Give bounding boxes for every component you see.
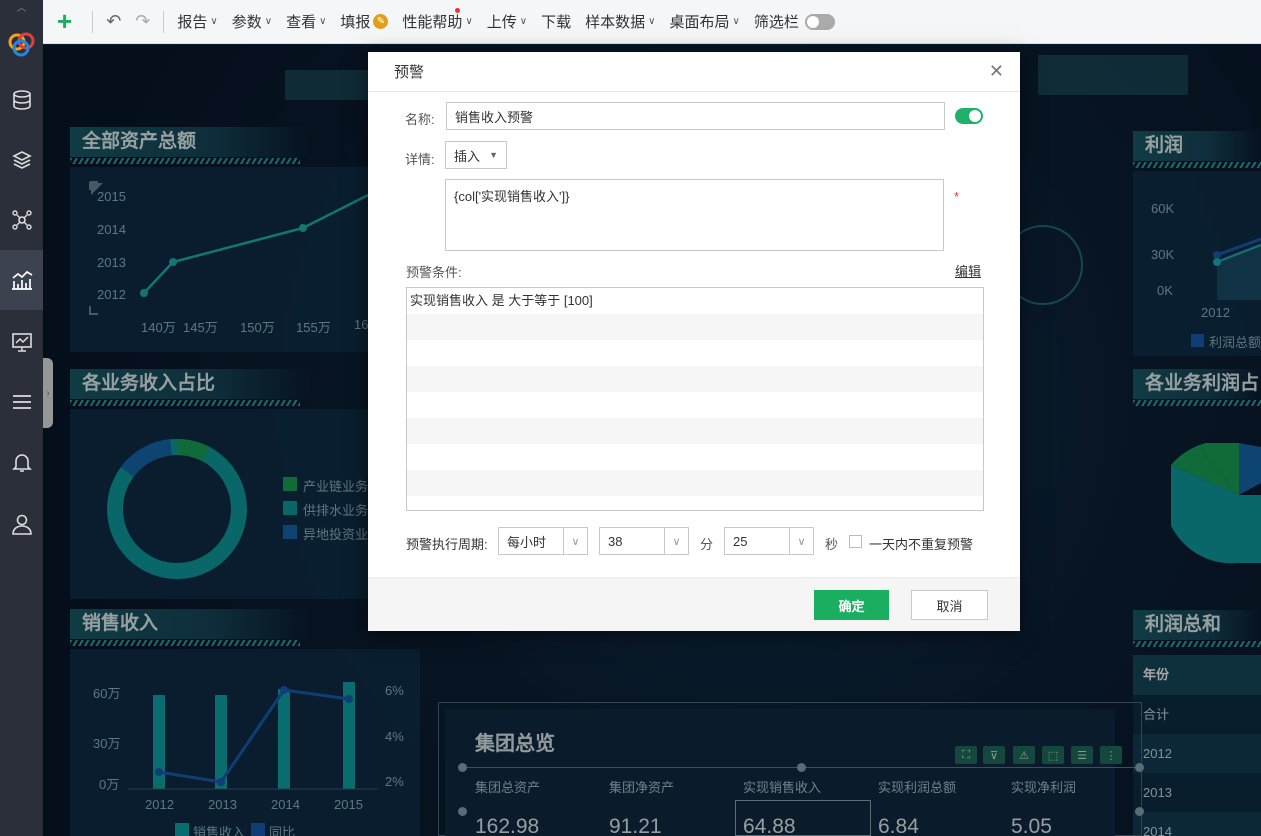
detail-label: 详情: bbox=[405, 152, 435, 167]
ok-button[interactable]: 确定 bbox=[814, 590, 889, 620]
menu-sample-data[interactable]: 样本数据 ∨ bbox=[578, 0, 662, 44]
chevron-down-icon: ∨ bbox=[519, 16, 528, 27]
menu-fill[interactable]: 填报 ✎ bbox=[333, 0, 395, 44]
edit-condition-link[interactable]: 编辑 bbox=[955, 261, 981, 280]
period-select[interactable]: 每小时 ∨ bbox=[498, 527, 588, 555]
chevron-down-icon: ∨ bbox=[563, 528, 587, 554]
cancel-button[interactable]: 取消 bbox=[911, 590, 988, 620]
toolbar-divider bbox=[163, 10, 165, 33]
period-value: 每小时 bbox=[507, 534, 547, 550]
insert-dropdown[interactable]: 插入 ▼ bbox=[445, 141, 507, 169]
sidebar-item-layers[interactable] bbox=[0, 130, 43, 190]
user-icon bbox=[11, 514, 32, 535]
app-logo bbox=[8, 32, 35, 57]
menu-label: 查看 bbox=[286, 14, 317, 31]
condition-row bbox=[407, 366, 983, 392]
menu-label: 填报 bbox=[340, 14, 371, 31]
enable-switch[interactable] bbox=[955, 108, 983, 124]
filter-bar-toggle[interactable]: 筛选栏 bbox=[747, 0, 842, 44]
chevron-down-icon: ∨ bbox=[664, 528, 688, 554]
toolbar-divider bbox=[92, 10, 94, 33]
chevron-down-icon: ∨ bbox=[789, 528, 813, 554]
undo-button[interactable]: ↶ bbox=[99, 0, 128, 44]
dialog-footer: 确定 取消 bbox=[368, 577, 1020, 631]
condition-row: 实现销售收入 是 大于等于 [100] bbox=[410, 293, 593, 308]
condition-label: 预警条件: bbox=[406, 265, 462, 280]
minute-unit: 分 bbox=[700, 537, 714, 552]
menu-params[interactable]: 参数 ∨ bbox=[225, 0, 279, 44]
sidebar-item-data[interactable] bbox=[0, 70, 43, 130]
condition-row bbox=[407, 314, 983, 340]
condition-row bbox=[407, 444, 983, 470]
menu-label: 下载 bbox=[541, 14, 572, 31]
add-button[interactable]: + bbox=[43, 0, 86, 44]
chevron-down-icon: ∨ bbox=[264, 16, 273, 27]
menu-label: 报告 bbox=[177, 14, 208, 31]
layers-icon bbox=[11, 151, 32, 169]
condition-row bbox=[407, 392, 983, 418]
menu-desktop-layout[interactable]: 桌面布局 ∨ bbox=[662, 0, 746, 44]
condition-row bbox=[407, 470, 983, 496]
database-icon bbox=[12, 90, 31, 110]
chevron-down-icon: ∨ bbox=[210, 16, 218, 27]
menu-label: 性能帮助 bbox=[402, 14, 463, 31]
caret-down-icon: ▼ bbox=[489, 150, 498, 160]
required-mark: * bbox=[954, 189, 960, 204]
name-label: 名称: bbox=[405, 112, 435, 127]
sidebar-item-menu[interactable] bbox=[0, 372, 43, 432]
condition-row bbox=[407, 340, 983, 366]
bell-icon bbox=[11, 454, 32, 472]
chevron-down-icon: ∨ bbox=[319, 16, 327, 27]
menu-view[interactable]: 查看 ∨ bbox=[279, 0, 333, 44]
dialog-title: 预警 bbox=[394, 64, 425, 81]
no-repeat-checkbox[interactable] bbox=[849, 535, 862, 548]
top-toolbar: + ↶ ↷ 报告 ∨ 参数 ∨ 查看 ∨ 填报 ✎ 性能帮助 ∨ 上传 ∨ 下载 样本数据 ∨… bbox=[43, 0, 1261, 44]
menu-report[interactable]: 报告 ∨ bbox=[170, 0, 224, 44]
left-sidebar: ︿ bbox=[0, 0, 43, 836]
menu-upload[interactable]: 上传 ∨ bbox=[480, 0, 534, 44]
second-value: 25 bbox=[733, 533, 748, 549]
sidebar-item-dashboard[interactable] bbox=[0, 250, 43, 310]
chevron-down-icon: ∨ bbox=[465, 16, 473, 27]
menu-label: 上传 bbox=[486, 14, 517, 31]
chevron-down-icon: ∨ bbox=[648, 16, 656, 27]
menu-label: 参数 bbox=[231, 14, 262, 31]
second-select[interactable]: 25 ∨ bbox=[724, 527, 814, 555]
menu-label: 筛选栏 bbox=[753, 14, 799, 31]
dialog-header: 预警 ✕ bbox=[368, 52, 1020, 92]
sidebar-item-user[interactable] bbox=[0, 494, 43, 554]
sidebar-item-monitor[interactable] bbox=[0, 312, 43, 372]
close-icon[interactable]: ✕ bbox=[989, 61, 1004, 82]
chevron-down-icon: ∨ bbox=[732, 16, 740, 27]
alert-dialog: 预警 ✕ 名称: 销售收入预警 详情: 插入 ▼ {col['实现销售收入']}… bbox=[368, 52, 1020, 631]
monitor-icon bbox=[11, 333, 32, 352]
name-input[interactable]: 销售收入预警 bbox=[446, 102, 945, 130]
minute-select[interactable]: 38 ∨ bbox=[599, 527, 689, 555]
network-icon bbox=[11, 210, 32, 230]
detail-textarea[interactable]: {col['实现销售收入']} bbox=[445, 179, 944, 251]
sidebar-item-notifications[interactable] bbox=[0, 432, 43, 492]
collapse-up-icon[interactable]: ︿ bbox=[0, 0, 43, 14]
menu-icon bbox=[12, 395, 31, 409]
menu-label: 样本数据 bbox=[585, 14, 646, 31]
filter-bar-switch[interactable] bbox=[804, 13, 835, 30]
minute-value: 38 bbox=[608, 533, 623, 549]
redo-button[interactable]: ↷ bbox=[128, 0, 157, 44]
condition-list[interactable]: 实现销售收入 是 大于等于 [100] bbox=[406, 287, 984, 511]
insert-dropdown-label: 插入 bbox=[454, 148, 481, 164]
period-label: 预警执行周期: bbox=[406, 537, 488, 552]
no-repeat-label: 一天内不重复预警 bbox=[869, 537, 974, 552]
condition-row bbox=[407, 418, 983, 444]
menu-label: 桌面布局 bbox=[669, 14, 730, 31]
menu-performance-help[interactable]: 性能帮助 ∨ bbox=[395, 0, 479, 44]
second-unit: 秒 bbox=[825, 537, 839, 552]
sidebar-item-network[interactable] bbox=[0, 190, 43, 250]
menu-download[interactable]: 下载 bbox=[534, 0, 578, 44]
edit-badge-icon: ✎ bbox=[373, 14, 389, 29]
chart-icon bbox=[11, 270, 32, 290]
